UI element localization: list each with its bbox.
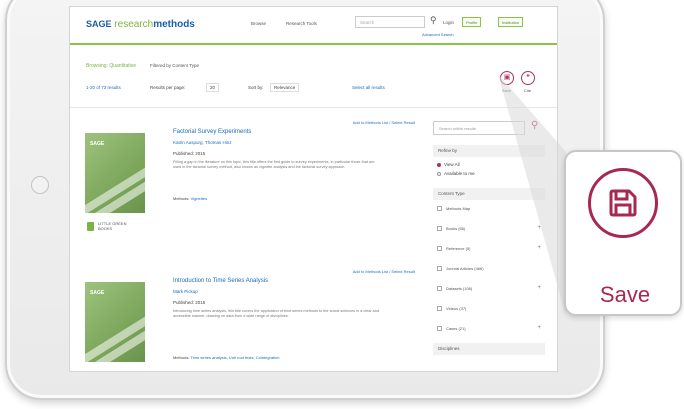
checkbox (437, 246, 442, 252)
refine-heading: Refine by (433, 145, 545, 157)
nav-research-tools[interactable]: Research Tools (286, 21, 317, 26)
result-item: Add to Methods List / Select Result SAGE… (70, 269, 430, 371)
nav-browse[interactable]: Browse (251, 21, 266, 26)
expand-icon[interactable]: + (537, 323, 541, 334)
result-count: 1-20 of 73 results (86, 85, 121, 90)
methods-link[interactable]: Vignettes (191, 196, 208, 201)
result-title[interactable]: Introduction to Time Series Analysis (173, 278, 268, 284)
checkbox (437, 226, 442, 232)
disciplines-heading: Disciplines (433, 343, 545, 355)
toolbar-divider (70, 107, 557, 108)
browse-title: Browsing: Quantitative (86, 63, 137, 69)
checkbox (437, 306, 442, 312)
cover-title: SAGE (90, 141, 105, 147)
site-logo[interactable]: SAGE researchmethods (86, 19, 195, 30)
results-per-page-select[interactable]: 20 (206, 83, 220, 92)
filter-label: Datasets (108) (446, 286, 473, 291)
save-button[interactable]: ▣ (500, 71, 514, 85)
search-icon[interactable]: ⚲ (430, 15, 437, 26)
sort-label: Sort by: (248, 85, 264, 90)
methods-label: Methods: (173, 196, 190, 201)
result-published: Published: 2015 (173, 151, 206, 156)
logo-research: research (114, 19, 154, 30)
filter-item-methods-map[interactable]: Methods Map (433, 203, 545, 214)
sort-select[interactable]: Relevance (270, 83, 300, 92)
content-type-label: LITTLE GREEN BOOKS (98, 221, 127, 231)
results-per-page-label: Results per page: (150, 85, 186, 90)
institution-button[interactable]: Institution (498, 17, 524, 27)
header-search-input[interactable]: Search (355, 16, 425, 28)
expand-icon[interactable]: + (537, 223, 541, 234)
filter-item-journal-articles[interactable]: Journal Articles (466) (433, 263, 545, 274)
filter-dropdown[interactable]: Filtered by Content Type (150, 63, 199, 68)
filter-item-videos[interactable]: Videos (37) (433, 303, 545, 314)
checkbox (437, 286, 442, 292)
select-all-link[interactable]: Select all results (352, 85, 385, 90)
site-header: SAGE researchmethods Browse Research Too… (70, 7, 557, 45)
cite-button-label: Cite (524, 88, 532, 93)
checkbox (437, 206, 442, 212)
sidebar-search-input[interactable]: Search within results (433, 121, 525, 135)
methods-label: Methods: (173, 355, 190, 360)
book-cover[interactable]: SAGE (85, 133, 145, 213)
book-cover[interactable]: SAGE (85, 282, 145, 362)
logo-methods: methods (153, 19, 195, 30)
add-to-list-link[interactable]: Add to Methods List / Select Result (353, 269, 415, 274)
advanced-search-link[interactable]: Advanced Search (422, 32, 454, 37)
filter-item-reference[interactable]: Reference (5) + (433, 243, 545, 254)
checkbox (437, 266, 442, 272)
cite-button[interactable]: ❝ (521, 71, 535, 85)
save-callout: Save (564, 150, 682, 316)
floppy-disk-icon: ▣ (503, 74, 511, 81)
tablet-frame: SAGE researchmethods Browse Research Too… (5, 0, 605, 400)
cover-title: SAGE (90, 290, 105, 296)
tablet-home-button (31, 176, 49, 194)
content-type-heading: Content Type (433, 188, 545, 200)
callout-save-button[interactable] (588, 168, 658, 238)
expand-icon[interactable]: + (537, 243, 541, 254)
result-methods: Methods: Time series analysis, Unit root… (173, 355, 280, 360)
filter-label: Reference (5) (446, 246, 471, 251)
login-link[interactable]: Login (443, 20, 454, 25)
filter-item-cases[interactable]: Cases (21) + (433, 323, 545, 334)
filter-label: Methods Map (446, 206, 471, 211)
profile-button[interactable]: Profile (462, 17, 482, 27)
save-button-label: Save (502, 88, 512, 93)
book-type-icon (87, 222, 94, 231)
filter-label: Books (66) (446, 226, 466, 231)
radio-available[interactable]: Available to me (437, 171, 475, 176)
filter-label: Journal Articles (466) (446, 266, 484, 271)
callout-save-label: Save (599, 282, 651, 307)
floppy-disk-icon (609, 189, 637, 217)
radio-view-all[interactable]: View All (437, 162, 460, 167)
filter-item-books[interactable]: Books (66) + (433, 223, 545, 234)
methods-link[interactable]: Time series analysis, Unit root tests, C… (191, 355, 280, 360)
checkbox (437, 326, 442, 332)
expand-icon[interactable]: + (537, 283, 541, 294)
result-author[interactable]: Mark Pickup (173, 289, 198, 294)
result-title[interactable]: Factorial Survey Experiments (173, 129, 251, 135)
add-to-list-link[interactable]: Add to Methods List / Select Result (353, 120, 415, 125)
search-icon[interactable]: ⚲ (531, 120, 538, 131)
result-description: Filling a gap in the literature on this … (173, 160, 375, 169)
radio-label: Available to me (444, 171, 475, 176)
cite-icon: ❝ (526, 74, 530, 81)
result-published: Published: 2015 (173, 300, 206, 305)
filter-label: Videos (37) (446, 306, 467, 311)
logo-sage: SAGE (86, 19, 112, 29)
result-author[interactable]: Katrin Auspurg, Thomas Hinz (173, 140, 231, 145)
tablet-screen: SAGE researchmethods Browse Research Too… (69, 6, 558, 372)
result-description: Introducing time series analysis, this t… (173, 309, 379, 318)
radio-dot (437, 171, 441, 176)
radio-label: View All (444, 162, 460, 167)
result-methods: Methods: Vignettes (173, 196, 207, 201)
filter-label: Cases (21) (446, 326, 466, 331)
result-item: Add to Methods List / Select Result SAGE… (70, 120, 430, 270)
radio-dot (437, 162, 441, 167)
filter-item-datasets[interactable]: Datasets (108) + (433, 283, 545, 294)
